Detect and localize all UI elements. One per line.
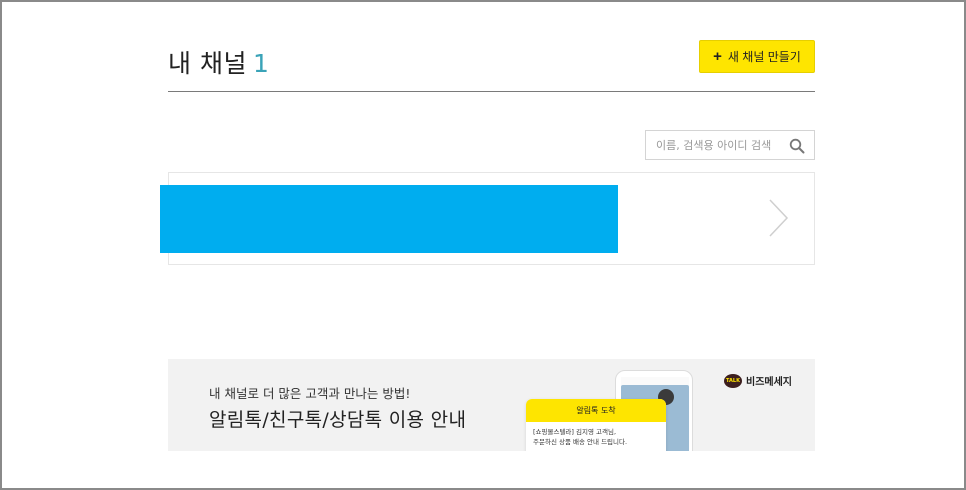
talk-bubble-icon: TALK [724, 373, 742, 388]
alimtalk-preview-line: [쇼핑몰스텔라] 김지영 고객님, [533, 428, 617, 436]
redacted-channel-info [160, 185, 618, 253]
chevron-right-icon[interactable] [767, 198, 791, 238]
page-title: 내 채널 1 [168, 44, 269, 80]
new-channel-button-label: 새 채널 만들기 [727, 50, 801, 64]
alimtalk-preview-line: 주문하신 상품 배송 안내 드립니다. [533, 438, 628, 446]
channel-search [645, 130, 815, 160]
banner-subtitle: 내 채널로 더 많은 고객과 만나는 방법! [209, 386, 411, 401]
banner-title: 알림톡/친구톡/상담톡 이용 안내 [209, 409, 467, 431]
page-title-text: 내 채널 [168, 49, 247, 78]
alimtalk-preview-header: 알림톡 도착 [526, 399, 666, 422]
alimtalk-preview-body: [쇼핑몰스텔라] 김지영 고객님, 주문하신 상품 배송 안내 드립니다. [526, 422, 666, 451]
bizmessage-brand-label: 비즈메세지 [746, 377, 792, 388]
channel-count: 1 [252, 49, 270, 78]
new-channel-button[interactable]: + 새 채널 만들기 [699, 40, 815, 73]
plus-icon: + [713, 48, 722, 65]
bizmessage-banner[interactable]: 내 채널로 더 많은 고객과 만나는 방법! 알림톡/친구톡/상담톡 이용 안내… [168, 359, 815, 451]
bizmessage-logo: TALK 비즈메세지 [724, 373, 792, 388]
alimtalk-preview-card: 알림톡 도착 [쇼핑몰스텔라] 김지영 고객님, 주문하신 상품 배송 안내 드… [526, 399, 666, 451]
search-input[interactable] [646, 131, 784, 159]
page-header: 내 채널 1 + 새 채널 만들기 [168, 40, 815, 92]
search-icon[interactable] [789, 138, 805, 154]
